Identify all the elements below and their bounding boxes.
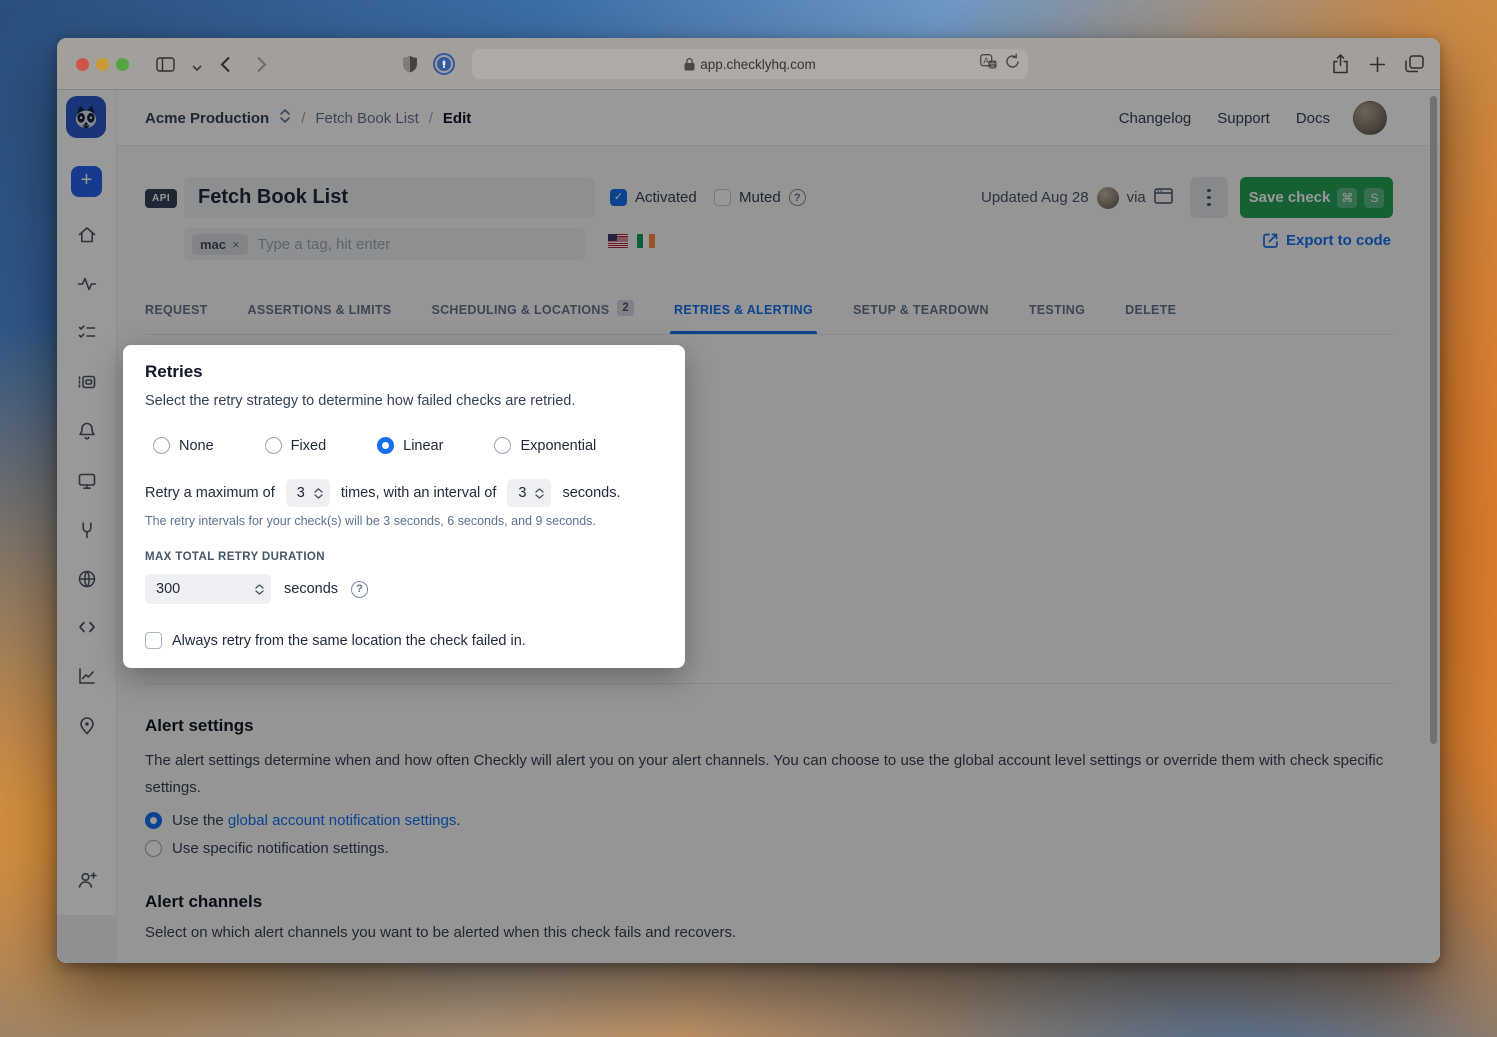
strategy-exponential[interactable]: Exponential [494,437,596,454]
lock-icon [684,58,695,71]
strategy-fixed-radio[interactable] [265,437,282,454]
max-retries-stepper[interactable]: 3 [286,479,330,507]
url-text: app.checklyhq.com [700,57,816,72]
new-tab-icon[interactable] [1365,52,1389,76]
strategy-none-radio[interactable] [153,437,170,454]
close-window-button[interactable] [76,58,89,71]
forward-button[interactable] [249,52,273,76]
reload-icon[interactable] [1005,53,1020,72]
max-duration-stepper[interactable]: 300 [145,574,271,604]
page-content: + [57,90,1440,963]
minimize-window-button[interactable] [96,58,109,71]
strategy-linear-radio[interactable] [377,437,394,454]
same-location-label: Always retry from the same location the … [172,633,526,649]
password-manager-icon[interactable] [432,52,456,76]
translate-icon[interactable]: A文 [980,54,997,72]
privacy-shield-icon[interactable] [398,52,422,76]
max-duration-label: MAX TOTAL RETRY DURATION [145,551,325,563]
strategy-exponential-radio[interactable] [494,437,511,454]
retries-title: Retries [145,362,203,382]
browser-toolbar: app.checklyhq.com A文 [57,38,1440,90]
svg-text:文: 文 [989,59,996,68]
macos-desktop: app.checklyhq.com A文 [0,0,1497,1037]
same-location-option[interactable]: Always retry from the same location the … [145,632,526,649]
strategy-linear[interactable]: Linear [377,437,443,454]
safari-window: app.checklyhq.com A文 [57,38,1440,963]
duration-unit: seconds [284,581,338,597]
strategy-none[interactable]: None [153,437,214,454]
strategy-fixed[interactable]: Fixed [265,437,326,454]
stepper-arrows-icon[interactable] [255,584,264,595]
sidebar-toggle-icon[interactable] [153,52,177,76]
same-location-checkbox[interactable] [145,632,162,649]
stepper-arrows-icon[interactable] [535,488,544,499]
retries-description: Select the retry strategy to determine h… [145,393,575,409]
retries-card: Retries Select the retry strategy to det… [123,345,685,668]
chevron-down-icon[interactable] [185,56,209,80]
retry-sentence: Retry a maximum of 3 times, with an inte… [145,479,620,507]
stepper-arrows-icon[interactable] [314,488,323,499]
retry-strategy-group: None Fixed Linear Exponential [153,437,596,454]
zoom-window-button[interactable] [116,58,129,71]
tab-overview-icon[interactable] [1402,52,1426,76]
retry-intervals-helper: The retry intervals for your check(s) wi… [145,514,596,528]
back-button[interactable] [213,52,237,76]
duration-help-icon[interactable]: ? [351,581,368,598]
share-icon[interactable] [1328,52,1352,76]
address-bar[interactable]: app.checklyhq.com A文 [472,49,1028,79]
retry-interval-stepper[interactable]: 3 [507,479,551,507]
max-duration-row: 300 seconds ? [145,574,368,604]
